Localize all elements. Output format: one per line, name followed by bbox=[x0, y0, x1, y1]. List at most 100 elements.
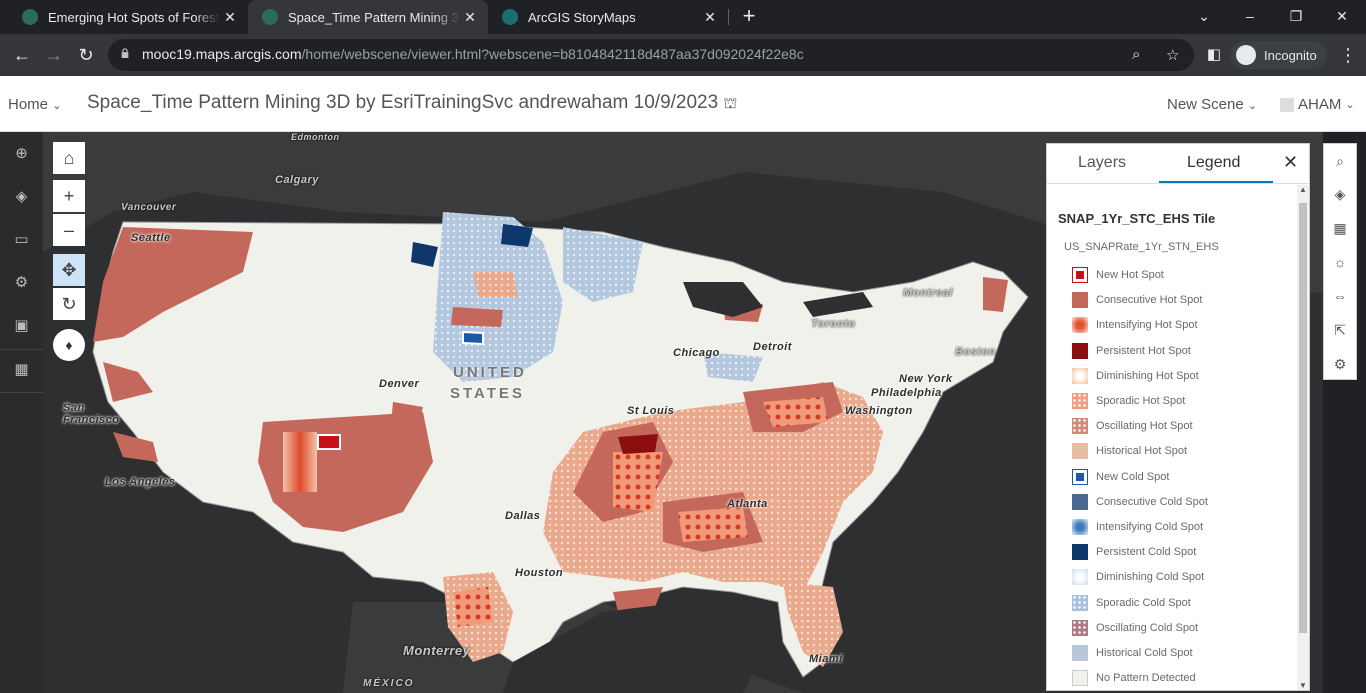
country-label-mexico: MÉXICO bbox=[363, 678, 415, 689]
legend-label: New Hot Spot bbox=[1096, 269, 1164, 281]
browser-tab-1[interactable]: Emerging Hot Spots of Forest Lo ✕ bbox=[8, 0, 248, 34]
close-panel-icon[interactable]: ✕ bbox=[1283, 152, 1298, 173]
layers-icon[interactable]: ◈ bbox=[1324, 177, 1356, 211]
forward-button[interactable]: → bbox=[40, 42, 68, 70]
daylight-icon[interactable]: ☼ bbox=[1324, 245, 1356, 279]
city-label: Washington bbox=[845, 405, 913, 417]
browser-tab-strip: Emerging Hot Spots of Forest Lo ✕ Space_… bbox=[0, 0, 1366, 34]
globe-icon bbox=[22, 9, 38, 25]
browser-menu-icon[interactable]: ⋮ bbox=[1334, 42, 1362, 70]
legend-item: Intensifying Hot Spot bbox=[1072, 315, 1198, 335]
country-label: STATES bbox=[450, 385, 525, 402]
browser-tab-3[interactable]: ArcGIS StoryMaps ✕ bbox=[488, 0, 728, 34]
add-layers-icon[interactable]: ⊕ bbox=[0, 139, 43, 169]
address-bar[interactable]: mooc19.maps.arcgis.com/home/webscene/vie… bbox=[108, 39, 1194, 71]
zoom-out-button[interactable]: – bbox=[53, 214, 85, 246]
legend-item: Oscillating Hot Spot bbox=[1072, 416, 1193, 436]
incognito-badge[interactable]: Incognito bbox=[1230, 41, 1327, 69]
url-text: mooc19.maps.arcgis.com/home/webscene/vie… bbox=[142, 46, 804, 62]
measure-icon[interactable]: ⇔ bbox=[1324, 279, 1356, 313]
chevron-down-icon: ⌄ bbox=[1345, 99, 1355, 111]
search-icon[interactable]: ⌕ bbox=[1324, 144, 1356, 178]
city-label: Houston bbox=[515, 567, 564, 579]
new-scene-label: New Scene bbox=[1167, 96, 1244, 113]
restore-button[interactable]: ❐ bbox=[1276, 4, 1316, 28]
legend-label: Consecutive Hot Spot bbox=[1096, 294, 1203, 307]
presentation-icon[interactable]: ▭ bbox=[0, 225, 43, 255]
country-label: UNITED bbox=[453, 364, 527, 381]
user-menu[interactable]: AHAM ⌄ bbox=[1280, 96, 1355, 113]
browser-tab-2[interactable]: Space_Time Pattern Mining 3D b ✕ bbox=[248, 0, 488, 34]
legend-title: SNAP_1Yr_STC_EHS Tile bbox=[1058, 211, 1216, 226]
toolbar-divider bbox=[0, 349, 43, 350]
zoom-in-button[interactable]: + bbox=[53, 180, 85, 212]
close-tab-icon[interactable]: ✕ bbox=[700, 9, 720, 26]
tab-layers[interactable]: Layers bbox=[1078, 154, 1126, 172]
back-button[interactable]: ← bbox=[8, 42, 36, 70]
close-tab-icon[interactable]: ✕ bbox=[460, 9, 480, 26]
city-label: Detroit bbox=[753, 341, 792, 353]
legend-label: No Pattern Detected bbox=[1096, 672, 1196, 685]
city-label: Toronto bbox=[811, 318, 856, 330]
layers-icon[interactable]: ◈ bbox=[0, 182, 43, 212]
city-label: Miami bbox=[809, 653, 843, 665]
right-toolbar: ⌕ ◈ ▦ ☼ ⇔ ⇱ ⚙ bbox=[1323, 143, 1357, 380]
tab-title: Space_Time Pattern Mining 3D b bbox=[288, 9, 460, 25]
legend-swatch bbox=[1072, 267, 1088, 283]
close-tab-icon[interactable]: ✕ bbox=[220, 9, 240, 26]
new-tab-button[interactable]: + bbox=[737, 5, 761, 29]
legend-swatch bbox=[1072, 645, 1088, 661]
app-header: Home ⌄ Space_Time Pattern Mining 3D by E… bbox=[0, 76, 1366, 132]
url-path: /home/webscene/viewer.html?webscene=b810… bbox=[301, 46, 804, 62]
city-label: Philadelphia bbox=[871, 387, 942, 399]
chevron-down-icon: ⌄ bbox=[52, 100, 62, 112]
legend-label: Diminishing Hot Spot bbox=[1096, 369, 1199, 382]
incognito-icon bbox=[1236, 45, 1256, 65]
legend-label: Historical Cold Spot bbox=[1096, 647, 1193, 659]
side-panel-icon[interactable]: ◧ bbox=[1200, 42, 1228, 70]
grid-apps-icon[interactable]: ▦ bbox=[0, 355, 43, 385]
active-tab-indicator bbox=[1159, 181, 1273, 183]
scroll-down-icon[interactable]: ▼ bbox=[1299, 681, 1307, 690]
settings-icon[interactable]: ⚙ bbox=[0, 268, 43, 298]
share-icon[interactable]: ⇱ bbox=[1324, 313, 1356, 347]
legend-item: New Hot Spot bbox=[1072, 265, 1164, 285]
legend-swatch bbox=[1072, 619, 1088, 636]
minimize-button[interactable]: – bbox=[1230, 4, 1270, 28]
compass-button[interactable]: ♦ bbox=[53, 329, 85, 361]
city-label: Seattle bbox=[131, 232, 171, 244]
scroll-up-icon[interactable]: ▲ bbox=[1299, 185, 1307, 194]
scene-info-icon[interactable]: ⛫ bbox=[723, 95, 737, 112]
avatar bbox=[1280, 97, 1294, 112]
save-icon[interactable]: ▣ bbox=[0, 311, 43, 341]
reload-button[interactable]: ↻ bbox=[72, 42, 100, 70]
scrollbar-thumb[interactable] bbox=[1299, 203, 1307, 633]
legend-item: Diminishing Cold Spot bbox=[1072, 567, 1204, 587]
pan-button[interactable]: ✥ bbox=[53, 254, 85, 286]
legend-label: Oscillating Hot Spot bbox=[1096, 420, 1193, 433]
bookmark-star-icon[interactable]: ☆ bbox=[1166, 46, 1179, 64]
legend-swatch bbox=[1072, 569, 1088, 586]
rotate-button[interactable]: ↻ bbox=[53, 288, 85, 320]
legend-label: Persistent Hot Spot bbox=[1096, 344, 1191, 357]
scene-title-text: Space_Time Pattern Mining 3D by EsriTrai… bbox=[87, 92, 719, 113]
legend-label: New Cold Spot bbox=[1096, 470, 1170, 483]
city-label: Montreal bbox=[903, 287, 953, 299]
gear-icon[interactable]: ⚙ bbox=[1324, 347, 1356, 381]
home-menu[interactable]: Home ⌄ bbox=[8, 96, 61, 113]
tab-title: ArcGIS StoryMaps bbox=[528, 9, 636, 25]
new-scene-menu[interactable]: New Scene ⌄ bbox=[1167, 96, 1257, 113]
close-window-button[interactable]: ✕ bbox=[1322, 4, 1362, 28]
tab-legend[interactable]: Legend bbox=[1187, 154, 1240, 172]
tab-search-icon[interactable]: ⌄ bbox=[1184, 4, 1224, 28]
lock-icon bbox=[121, 48, 129, 58]
home-view-button[interactable]: ⌂ bbox=[53, 142, 85, 174]
zoom-icon[interactable]: ⌕ bbox=[1132, 46, 1140, 63]
legend-label: Intensifying Hot Spot bbox=[1096, 319, 1198, 332]
legend-scrollbar[interactable]: ▲ ▼ bbox=[1297, 185, 1309, 690]
toolbar-divider bbox=[0, 392, 43, 393]
legend-label: Intensifying Cold Spot bbox=[1096, 521, 1204, 533]
city-label: Edmonton bbox=[291, 132, 340, 142]
basemap-icon[interactable]: ▦ bbox=[1324, 211, 1356, 245]
panel-tabs: Layers Legend ✕ bbox=[1047, 144, 1309, 184]
